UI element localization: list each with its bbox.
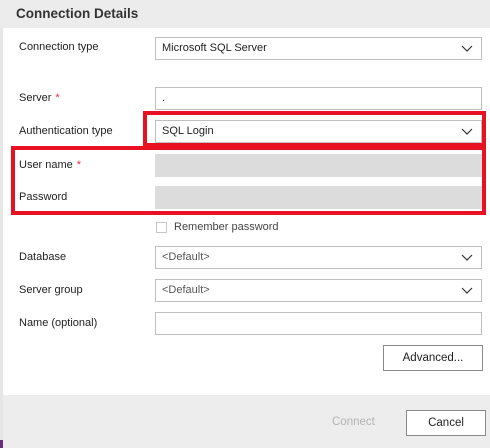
panel-header: Connection Details bbox=[0, 0, 490, 28]
advanced-button[interactable]: Advanced... bbox=[383, 345, 483, 371]
server-group-value: <Default> bbox=[162, 284, 210, 296]
chevron-down-icon bbox=[461, 287, 473, 294]
left-strip bbox=[0, 28, 3, 448]
remember-password-label: Remember password bbox=[174, 221, 279, 233]
panel-title: Connection Details bbox=[16, 6, 139, 21]
database-select[interactable]: <Default> bbox=[155, 246, 482, 269]
connection-type-value: Microsoft SQL Server bbox=[162, 42, 267, 54]
user-name-required-mark: * bbox=[76, 159, 82, 171]
auth-type-select[interactable]: SQL Login bbox=[155, 120, 482, 143]
connection-type-select[interactable]: Microsoft SQL Server bbox=[155, 37, 482, 60]
server-label: Server * bbox=[19, 92, 60, 104]
auth-type-value: SQL Login bbox=[162, 125, 214, 137]
chevron-down-icon bbox=[461, 254, 473, 261]
database-value: <Default> bbox=[162, 251, 210, 263]
server-required-mark: * bbox=[55, 92, 60, 104]
connection-type-label: Connection type bbox=[19, 41, 99, 53]
remember-password-checkbox[interactable] bbox=[156, 222, 167, 233]
database-label: Database bbox=[19, 251, 67, 263]
chevron-down-icon bbox=[461, 128, 473, 135]
server-group-label: Server group bbox=[19, 284, 83, 296]
server-group-select[interactable]: <Default> bbox=[155, 279, 482, 302]
user-name-input[interactable] bbox=[155, 154, 482, 177]
connect-button[interactable]: Connect bbox=[332, 416, 375, 428]
name-optional-input[interactable] bbox=[155, 312, 482, 335]
connection-details-panel: Connection Details Connection type Micro… bbox=[0, 0, 490, 448]
chevron-down-icon bbox=[461, 45, 473, 52]
server-input[interactable]: . bbox=[155, 87, 482, 110]
password-label: Password bbox=[19, 191, 68, 203]
user-name-label: User name * bbox=[19, 159, 82, 171]
auth-type-label: Authentication type bbox=[19, 125, 113, 137]
password-input[interactable] bbox=[155, 186, 482, 209]
cancel-button[interactable]: Cancel bbox=[406, 410, 486, 436]
server-value: . bbox=[162, 92, 166, 104]
name-optional-label: Name (optional) bbox=[19, 317, 98, 329]
